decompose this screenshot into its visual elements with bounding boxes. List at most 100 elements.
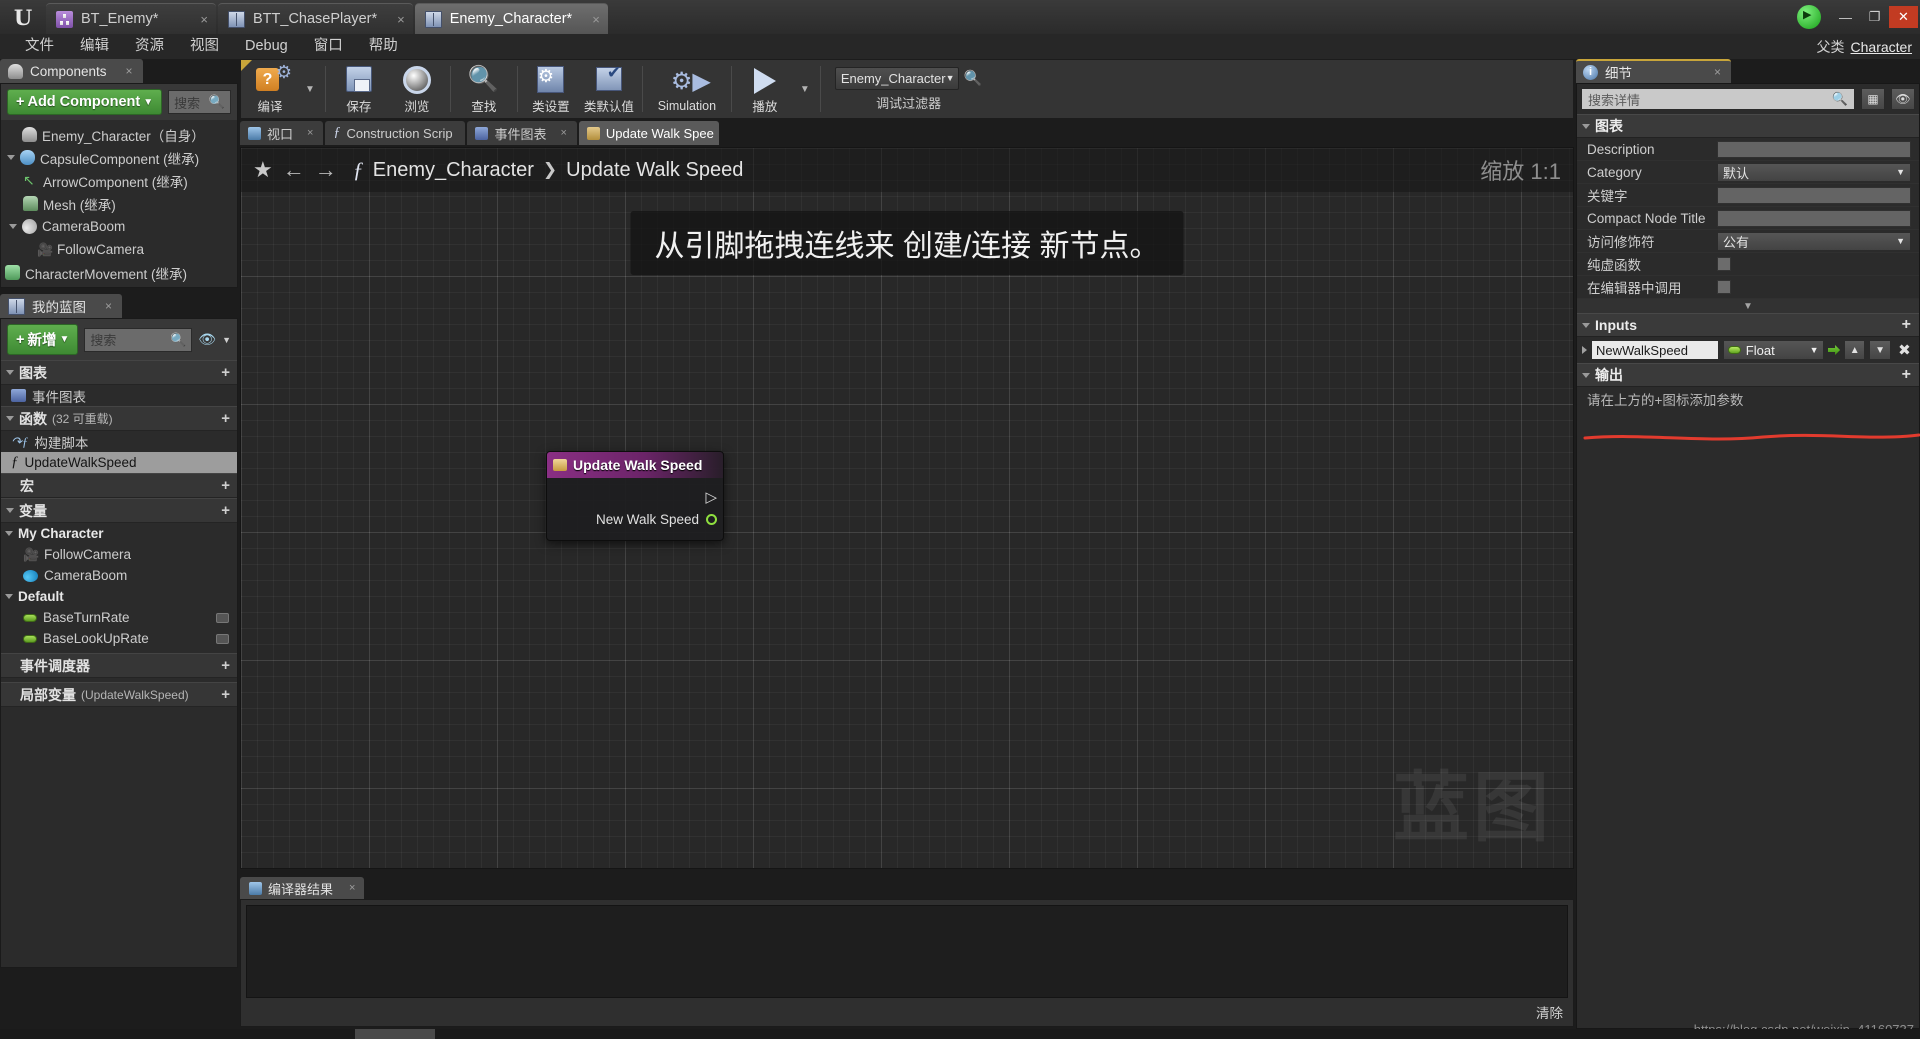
- menu-item-edit[interactable]: 编辑: [67, 34, 122, 59]
- add-component-button[interactable]: + Add Component ▼: [7, 89, 163, 115]
- menu-item-debug[interactable]: Debug: [232, 34, 301, 59]
- add-output-button[interactable]: +: [1902, 366, 1911, 384]
- section-macros[interactable]: 宏 +: [1, 473, 237, 498]
- breadcrumb-root[interactable]: Enemy_Character: [373, 159, 534, 182]
- forward-arrow-icon[interactable]: →: [315, 157, 337, 183]
- input-type-select[interactable]: Float ▼: [1722, 340, 1824, 360]
- tab-my-blueprint[interactable]: 我的蓝图 ×: [0, 294, 123, 318]
- window-tab-enemy-character[interactable]: Enemy_Character* ×: [414, 3, 608, 34]
- float-pin-icon[interactable]: [706, 513, 717, 525]
- tab-update-walk-speed[interactable]: Update Walk Spee ×: [578, 121, 719, 145]
- toolbar-play-button[interactable]: 播放: [736, 60, 794, 118]
- close-icon[interactable]: ×: [349, 882, 355, 894]
- close-icon[interactable]: ×: [105, 299, 112, 313]
- details-grid-view-button[interactable]: ▦: [1861, 88, 1885, 110]
- section-variables[interactable]: 变量 +: [1, 498, 237, 523]
- chevron-right-icon[interactable]: [1582, 346, 1587, 354]
- close-button[interactable]: ✕: [1889, 6, 1918, 28]
- variable-group-my-character[interactable]: My Character: [1, 523, 237, 544]
- close-icon[interactable]: ×: [126, 64, 133, 78]
- menu-item-view[interactable]: 视图: [177, 34, 232, 59]
- move-input-down-button[interactable]: ▼: [1869, 340, 1891, 360]
- details-search-input[interactable]: 搜索详情 🔍: [1581, 88, 1855, 110]
- keywords-input[interactable]: [1717, 186, 1911, 204]
- chevron-down-icon[interactable]: [7, 155, 15, 160]
- add-variable-button[interactable]: +: [221, 502, 230, 519]
- graph-item-event-graph[interactable]: 事件图表: [1, 385, 237, 406]
- tab-details[interactable]: i 细节 ×: [1576, 59, 1731, 83]
- function-item-updatewalkspeed[interactable]: ƒ UpdateWalkSpeed: [1, 452, 237, 473]
- component-row-mesh[interactable]: Mesh (继承): [1, 192, 237, 215]
- menu-item-help[interactable]: 帮助: [356, 34, 411, 59]
- component-row-followcamera[interactable]: 🎥 FollowCamera: [1, 238, 237, 261]
- back-arrow-icon[interactable]: ←: [283, 157, 305, 183]
- tab-viewport[interactable]: 视口 ×: [240, 121, 324, 145]
- search-icon[interactable]: 🔍: [964, 69, 983, 87]
- close-icon[interactable]: ×: [385, 12, 405, 27]
- component-row-charactermovement[interactable]: CharacterMovement (继承): [1, 261, 237, 284]
- add-new-button[interactable]: + 新增 ▼: [7, 324, 79, 355]
- node-update-walk-speed[interactable]: Update Walk Speed ▷ New Walk Speed: [546, 451, 724, 541]
- category-select[interactable]: 默认 ▼: [1717, 162, 1911, 182]
- menu-item-assets[interactable]: 资源: [122, 34, 177, 59]
- node-exec-out-row[interactable]: ▷: [553, 486, 717, 508]
- component-row-arrow[interactable]: ↖ ArrowComponent (继承): [1, 169, 237, 192]
- component-row-capsule[interactable]: CapsuleComponent (继承): [1, 146, 237, 169]
- compiler-log-area[interactable]: [246, 905, 1568, 998]
- maximize-button[interactable]: ❐: [1860, 6, 1889, 28]
- chevron-down-icon[interactable]: [9, 224, 17, 229]
- toolbar-simulation-button[interactable]: ⚙▶ Simulation: [647, 60, 727, 118]
- window-tab-bt-enemy[interactable]: BT_Enemy* ×: [46, 3, 216, 34]
- visibility-toggle[interactable]: [216, 612, 229, 623]
- add-input-button[interactable]: +: [1902, 316, 1911, 334]
- menu-item-file[interactable]: 文件: [12, 34, 67, 59]
- tab-event-graph[interactable]: 事件图表 ×: [467, 121, 577, 145]
- add-macro-button[interactable]: +: [221, 477, 230, 494]
- chevron-down-icon[interactable]: ▼: [222, 335, 231, 345]
- details-collapse-toggle[interactable]: ▼: [1577, 299, 1919, 313]
- variable-item-cameraboom[interactable]: CameraBoom: [1, 565, 237, 586]
- minimize-button[interactable]: —: [1831, 6, 1860, 28]
- section-functions[interactable]: 函数 (32 可重载) +: [1, 406, 237, 431]
- component-row-self[interactable]: Enemy_Character（自身）: [1, 123, 237, 146]
- toolbar-find-button[interactable]: 🔍 查找: [455, 60, 513, 118]
- close-icon[interactable]: ×: [1714, 65, 1721, 79]
- myblueprint-search-input[interactable]: 搜索 🔍: [84, 327, 193, 352]
- debug-object-select[interactable]: Enemy_Character ▼: [834, 66, 959, 90]
- tab-components[interactable]: Components ×: [0, 59, 143, 83]
- visibility-toggle[interactable]: [216, 633, 229, 644]
- remove-input-button[interactable]: ✖: [1895, 341, 1914, 359]
- window-tab-btt-chaseplayer[interactable]: BTT_ChasePlayer* ×: [218, 3, 413, 34]
- toolbar-browse-button[interactable]: 浏览: [388, 60, 446, 118]
- variable-group-default[interactable]: Default: [1, 586, 237, 607]
- components-search-input[interactable]: 搜索 🔍: [168, 90, 231, 114]
- details-section-outputs[interactable]: 输出 +: [1577, 363, 1919, 387]
- add-event-dispatcher-button[interactable]: +: [221, 657, 230, 674]
- close-icon[interactable]: ×: [580, 12, 600, 27]
- call-in-editor-checkbox[interactable]: [1717, 280, 1731, 294]
- variable-item-baselookuprate[interactable]: BaseLookUpRate: [1, 628, 237, 649]
- exec-pin-icon[interactable]: ▷: [705, 490, 717, 505]
- clear-log-button[interactable]: 清除: [1536, 1002, 1563, 1022]
- eye-icon[interactable]: 👁: [198, 331, 216, 348]
- section-local-variables[interactable]: 局部变量 (UpdateWalkSpeed) +: [1, 682, 237, 707]
- pass-by-reference-icon[interactable]: [1827, 345, 1841, 355]
- menu-item-window[interactable]: 窗口: [301, 34, 356, 59]
- close-icon[interactable]: ×: [188, 12, 208, 27]
- component-row-cameraboom[interactable]: CameraBoom: [1, 215, 237, 238]
- compact-node-title-input[interactable]: [1717, 209, 1911, 227]
- access-specifier-select[interactable]: 公有 ▼: [1717, 231, 1911, 251]
- tab-construction-script[interactable]: ƒ Construction Scrip ×: [325, 121, 466, 145]
- function-item-construction-script[interactable]: ↷ƒ 构建脚本: [1, 431, 237, 452]
- details-eye-button[interactable]: 👁: [1891, 88, 1915, 110]
- parent-class-link[interactable]: Character: [1851, 39, 1912, 55]
- blueprint-graph-canvas[interactable]: ★ ← → ƒ Enemy_Character ❯ Update Walk Sp…: [240, 147, 1574, 869]
- variable-item-baseturnrate[interactable]: BaseTurnRate: [1, 607, 237, 628]
- bookmark-star-icon[interactable]: ★: [253, 157, 273, 183]
- play-options-caret[interactable]: ▼: [794, 60, 816, 118]
- compile-options-caret[interactable]: ▼: [299, 60, 321, 118]
- description-input[interactable]: [1717, 140, 1911, 158]
- launch-indicator-icon[interactable]: [1797, 5, 1821, 29]
- details-section-graph[interactable]: 图表: [1577, 114, 1919, 138]
- section-event-dispatchers[interactable]: 事件调度器 +: [1, 653, 237, 678]
